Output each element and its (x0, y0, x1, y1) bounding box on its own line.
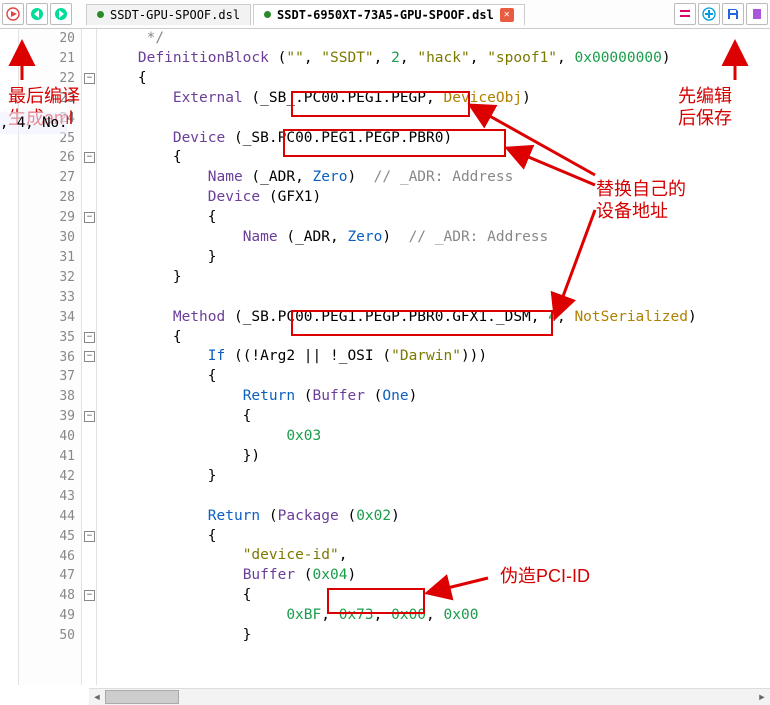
code-line[interactable]: Name (_ADR, Zero) // _ADR: Address (103, 168, 513, 188)
code-line[interactable]: External (_SB_.PC00.PEG1.PEGP, DeviceObj… (103, 89, 531, 109)
add-button[interactable] (698, 3, 720, 25)
fold-toggle[interactable]: − (84, 531, 95, 542)
close-icon[interactable]: ✕ (500, 8, 514, 22)
file-dot-icon (264, 11, 271, 18)
scroll-thumb[interactable] (105, 690, 179, 704)
code-line[interactable]: 0xBF, 0x73, 0x00, 0x00 (103, 606, 478, 626)
code-line[interactable]: 0x03 (103, 427, 321, 447)
code-line[interactable]: { (103, 208, 217, 228)
code-line[interactable]: */ (103, 29, 164, 49)
tab-bar: SSDT-GPU-SPOOF.dsl SSDT-6950XT-73A5-GPU-… (86, 4, 525, 25)
margin (0, 29, 19, 685)
code-line[interactable]: } (103, 626, 251, 646)
horizontal-scrollbar[interactable]: ◂ ▸ (89, 688, 770, 705)
code-line[interactable]: } (103, 268, 182, 288)
code-editor[interactable]: 2021222324252627282930313233343536373839… (0, 29, 770, 685)
tab-file-1[interactable]: SSDT-GPU-SPOOF.dsl (86, 4, 251, 25)
fold-toggle[interactable]: − (84, 152, 95, 163)
code-line[interactable]: } (103, 467, 217, 487)
fold-toggle[interactable]: − (84, 73, 95, 84)
code-line[interactable]: { (103, 148, 182, 168)
fold-toggle[interactable]: − (84, 212, 95, 223)
scroll-right-icon[interactable]: ▸ (754, 689, 770, 705)
code-line[interactable]: }) (103, 447, 260, 467)
bookmark-button[interactable] (746, 3, 768, 25)
code-line[interactable]: { (103, 328, 182, 348)
run-button[interactable] (2, 3, 24, 25)
diff-button[interactable] (674, 3, 696, 25)
tab-label: SSDT-GPU-SPOOF.dsl (110, 8, 240, 22)
code-line[interactable]: } (103, 248, 217, 268)
back-button[interactable] (26, 3, 48, 25)
code-line[interactable]: Buffer (0x04) (103, 566, 356, 586)
code-line[interactable]: Return (Package (0x02) (103, 507, 400, 527)
code-area[interactable]: */ DefinitionBlock ("", "SSDT", 2, "hack… (97, 29, 770, 685)
fold-toggle[interactable]: − (84, 590, 95, 601)
code-line[interactable]: { (103, 69, 147, 89)
save-button[interactable] (722, 3, 744, 25)
code-line[interactable]: { (103, 586, 251, 606)
fold-toggle[interactable]: − (84, 332, 95, 343)
forward-button[interactable] (50, 3, 72, 25)
code-line[interactable]: Device (_SB.PC00.PEG1.PEGP.PBR0) (103, 129, 452, 149)
code-line[interactable]: { (103, 407, 251, 427)
code-line[interactable]: Device (GFX1) (103, 188, 321, 208)
code-line[interactable]: If ((!Arg2 || !_OSI ("Darwin"))) (103, 347, 487, 367)
tab-label: SSDT-6950XT-73A5-GPU-SPOOF.dsl (277, 8, 494, 22)
tab-file-2[interactable]: SSDT-6950XT-73A5-GPU-SPOOF.dsl ✕ (253, 4, 525, 25)
code-line[interactable]: Method (_SB.PC00.PEG1.PEGP.PBR0.GFX1._DS… (103, 308, 697, 328)
fold-column: − − − − − − − − (82, 29, 97, 685)
file-dot-icon (97, 11, 104, 18)
code-line[interactable]: { (103, 367, 217, 387)
line-numbers: 2021222324252627282930313233343536373839… (19, 29, 82, 685)
fold-toggle[interactable]: − (84, 411, 95, 422)
code-line[interactable]: Return (Buffer (One) (103, 387, 417, 407)
code-line[interactable]: Name (_ADR, Zero) // _ADR: Address (103, 228, 548, 248)
code-line[interactable]: { (103, 527, 217, 547)
code-line[interactable]: DefinitionBlock ("", "SSDT", 2, "hack", … (103, 49, 671, 69)
fold-toggle[interactable]: − (84, 351, 95, 362)
toolbar: SSDT-GPU-SPOOF.dsl SSDT-6950XT-73A5-GPU-… (0, 0, 770, 29)
scroll-left-icon[interactable]: ◂ (89, 689, 105, 705)
code-line[interactable]: "device-id", (103, 546, 347, 566)
